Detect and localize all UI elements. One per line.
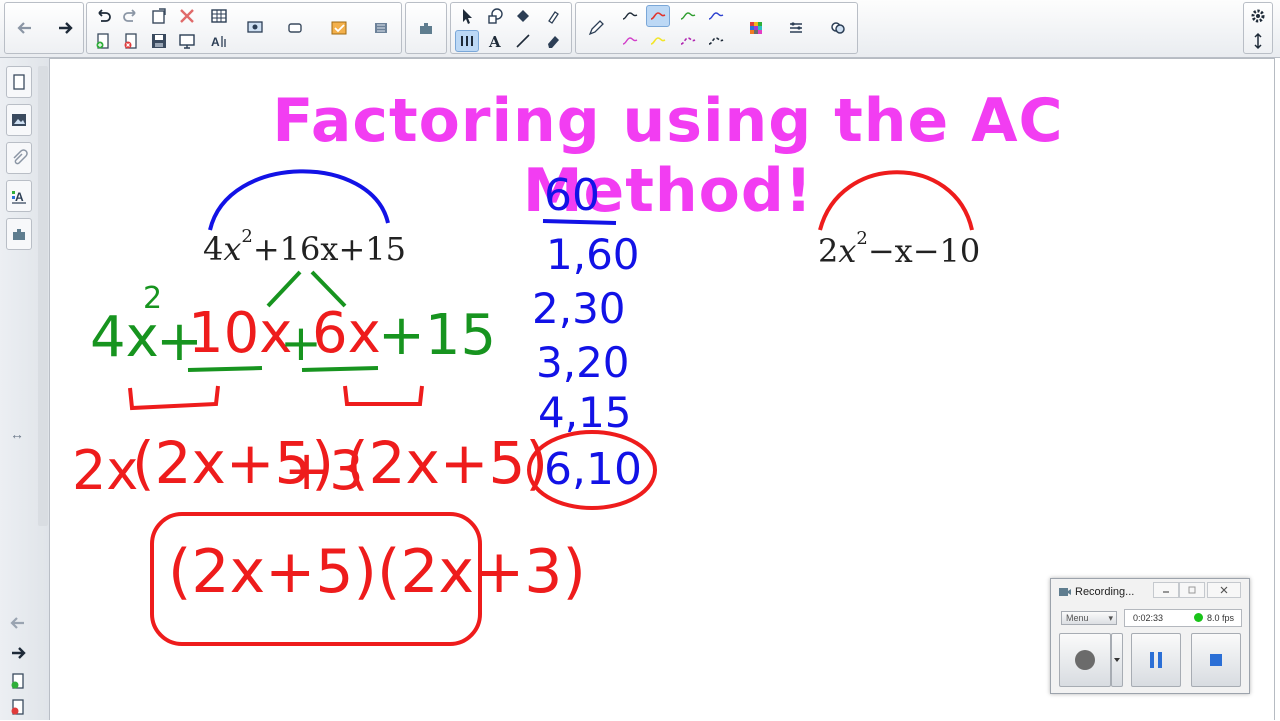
attachments-icon[interactable]	[6, 142, 32, 174]
screen-icon[interactable]	[283, 17, 307, 39]
text-icon[interactable]: A	[483, 30, 507, 52]
record-button[interactable]	[1059, 633, 1111, 687]
page-sorter-icon[interactable]	[6, 66, 32, 98]
paste-icon[interactable]	[147, 5, 171, 27]
split-term-text: 6x	[312, 301, 381, 366]
final-answer-text: (2x+5)(2x+3)	[168, 537, 586, 607]
forward-arrow-icon[interactable]	[8, 644, 28, 667]
addons-icon[interactable]	[414, 17, 438, 39]
ac-product-text: 60	[544, 170, 600, 221]
red-group-bracket	[343, 385, 424, 406]
maximize-button[interactable]	[1179, 582, 1205, 598]
add-page-icon[interactable]	[9, 672, 27, 695]
capture-icon[interactable]	[243, 17, 267, 39]
split-term-text: +15	[378, 303, 497, 368]
resize-handle[interactable]: ↔	[10, 426, 24, 442]
factor-pair-text: 2,30	[532, 284, 626, 333]
record-options-button[interactable]	[1111, 633, 1123, 687]
text-recognition-icon[interactable]: A	[207, 30, 231, 52]
fps-readout: 8.0 fps	[1207, 613, 1235, 623]
pen-style-icon[interactable]	[676, 30, 700, 52]
factor-pair-text: 3,20	[536, 338, 630, 387]
properties-icon[interactable]	[784, 17, 808, 39]
chevron-down-icon: ▾	[1108, 613, 1113, 623]
properties-icon[interactable]: A	[6, 180, 32, 212]
gallery-icon[interactable]	[6, 104, 32, 136]
redo-icon[interactable]	[119, 5, 143, 27]
gcf-text: 2x	[72, 439, 139, 502]
table-icon[interactable]	[207, 5, 231, 27]
color-palette-icon[interactable]	[744, 17, 768, 39]
measure-icon[interactable]	[455, 30, 479, 52]
delete-page-icon[interactable]	[119, 30, 143, 52]
split-term-text: 4x	[90, 305, 159, 370]
pen-style-icon[interactable]	[618, 5, 642, 27]
elapsed-time: 0:02:33	[1133, 613, 1164, 623]
recorder-menu-dropdown[interactable]: Menu ▾	[1061, 611, 1117, 625]
close-button[interactable]	[1207, 582, 1241, 598]
pointer-shapes-group: A	[450, 2, 572, 54]
save-icon[interactable]	[147, 30, 171, 52]
pen-style-icon[interactable]	[646, 5, 670, 27]
svg-text:A: A	[15, 190, 24, 204]
svg-text:A: A	[488, 33, 501, 50]
link-icon[interactable]	[826, 17, 850, 39]
edit-group: A	[86, 2, 402, 54]
undo-icon[interactable]	[91, 5, 115, 27]
factor-pair-text: 4,15	[538, 388, 632, 437]
pen-style-icon[interactable]	[704, 30, 728, 52]
recorder-app-icon	[1058, 585, 1072, 604]
addons-icon[interactable]	[6, 218, 32, 250]
settings-group	[1243, 2, 1273, 54]
delete-icon[interactable]	[175, 5, 199, 27]
red-group-bracket	[128, 385, 220, 411]
pen-style-icon[interactable]	[618, 30, 642, 52]
pen-style-icon[interactable]	[676, 5, 700, 27]
menu-label: Menu	[1066, 613, 1089, 623]
back-arrow-icon[interactable]	[8, 614, 28, 637]
main-toolbar: A A	[0, 0, 1280, 58]
blue-ac-arc	[208, 169, 390, 231]
blue-fraction-bar	[542, 219, 617, 225]
split-term-text: 10x	[188, 301, 293, 366]
gear-icon[interactable]	[1246, 5, 1270, 27]
recorder-title: Recording...	[1075, 586, 1135, 598]
recorder-status-bar: 0:02:33 8.0 fps	[1124, 609, 1242, 627]
pen-icon[interactable]	[584, 17, 608, 39]
recorder-window[interactable]: Recording... Menu ▾ 0:02:33 8.0 fps	[1050, 578, 1250, 694]
pen-style-icon[interactable]	[704, 5, 728, 27]
pause-button[interactable]	[1131, 633, 1181, 687]
fill-icon[interactable]	[511, 5, 535, 27]
eraser-icon[interactable]	[541, 30, 565, 52]
red-ac-arc	[818, 170, 974, 231]
nav-group	[4, 2, 84, 54]
delete-page-icon[interactable]	[9, 698, 27, 721]
stop-button[interactable]	[1191, 633, 1241, 687]
shapes-icon[interactable]	[483, 5, 507, 27]
activity-icon[interactable]	[369, 17, 393, 39]
line-icon[interactable]	[511, 30, 535, 52]
addons-group	[405, 2, 447, 54]
move-toolbar-icon[interactable]	[1246, 30, 1270, 52]
vertical-scrollbar[interactable]	[38, 66, 48, 526]
recording-indicator-icon	[1194, 613, 1203, 622]
response-icon[interactable]	[327, 17, 351, 39]
binomial-text: (2x+5)	[346, 429, 548, 497]
factor-pair-text: 1,60	[546, 230, 640, 279]
forward-arrow-icon[interactable]	[53, 17, 77, 39]
back-arrow-icon[interactable]	[13, 17, 37, 39]
select-icon[interactable]	[455, 5, 479, 27]
factor-pair-text: 6,10	[544, 444, 642, 495]
screen-shade-icon[interactable]	[175, 30, 199, 52]
pen-style-icon[interactable]	[646, 30, 670, 52]
minimize-button[interactable]	[1153, 582, 1179, 598]
eraser-drop-icon[interactable]	[541, 5, 565, 27]
svg-text:A: A	[211, 35, 220, 49]
pens-group	[575, 2, 858, 54]
add-page-icon[interactable]	[91, 30, 115, 52]
